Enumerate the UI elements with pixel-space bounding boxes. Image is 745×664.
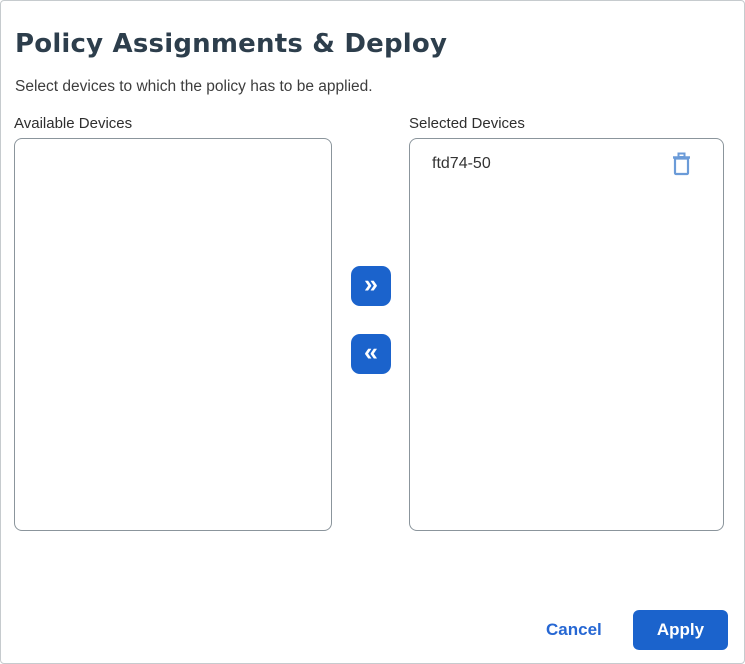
remove-device-button[interactable]	[671, 152, 692, 176]
double-chevron-left-icon: «	[364, 338, 378, 366]
double-chevron-right-icon: »	[364, 270, 378, 298]
selected-device-row[interactable]: ftd74-50	[410, 139, 723, 176]
apply-button[interactable]: Apply	[633, 610, 728, 650]
dialog-title: Policy Assignments & Deploy	[15, 29, 448, 60]
cancel-button[interactable]: Cancel	[546, 620, 602, 640]
available-devices-label: Available Devices	[14, 115, 133, 132]
device-name: ftd74-50	[432, 155, 491, 172]
selected-devices-label: Selected Devices	[409, 115, 525, 132]
trash-icon	[671, 152, 692, 179]
dialog-subtitle: Select devices to which the policy has t…	[15, 78, 373, 95]
move-to-selected-button[interactable]: »	[351, 266, 391, 306]
move-to-available-button[interactable]: «	[351, 334, 391, 374]
selected-devices-listbox[interactable]: ftd74-50	[409, 138, 724, 531]
available-devices-listbox[interactable]	[14, 138, 332, 531]
policy-assignments-dialog: Policy Assignments & Deploy Select devic…	[0, 0, 745, 664]
